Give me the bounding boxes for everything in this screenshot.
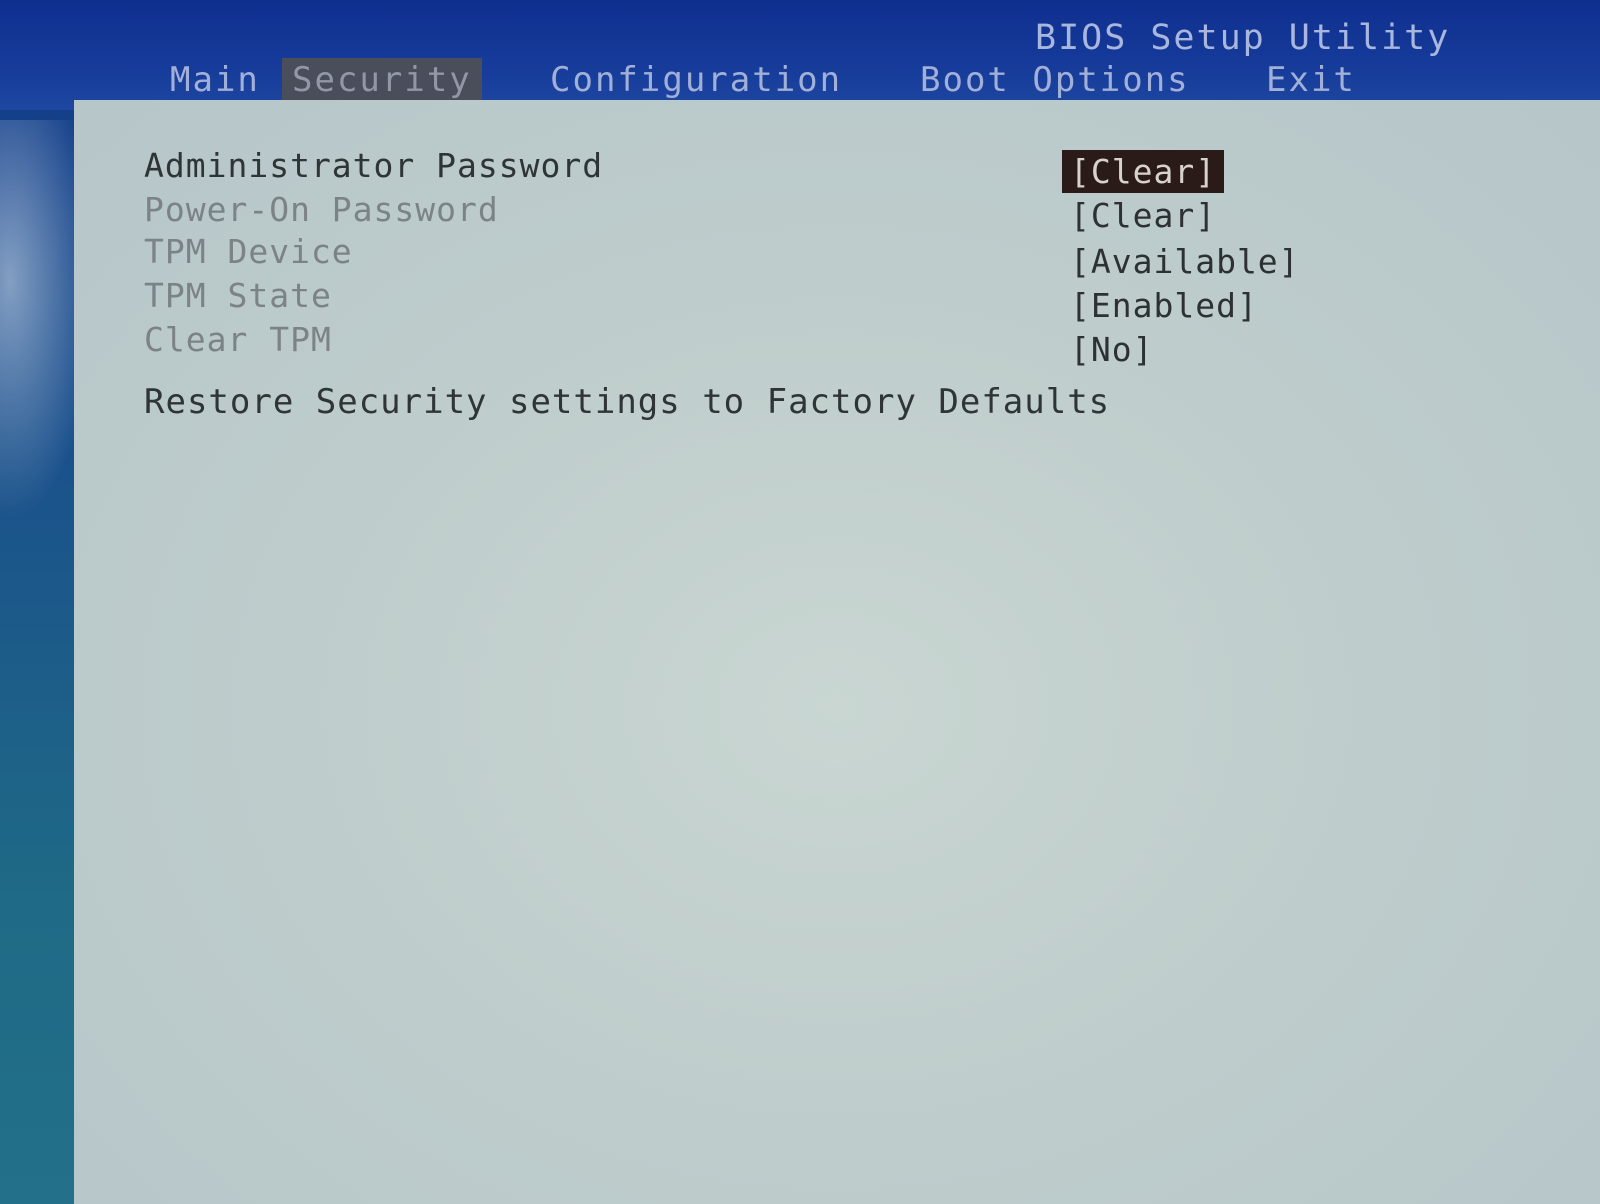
setting-value-selected[interactable]: [Clear] <box>1062 150 1225 193</box>
setting-value[interactable]: [No] <box>1062 328 1161 371</box>
setting-value[interactable]: [Clear] <box>1062 194 1224 237</box>
bios-screen: BIOS Setup Utility Main Security Configu… <box>0 0 1600 1204</box>
setting-row-clear-tpm[interactable]: Clear TPM [No] <box>144 320 1584 369</box>
restore-defaults-item[interactable]: Restore Security settings to Factory Def… <box>144 382 1110 422</box>
setting-label: Clear TPM <box>144 320 332 359</box>
setting-label: Administrator Password <box>144 146 604 185</box>
security-panel: Administrator Password [Clear] Power-On … <box>74 100 1600 1204</box>
setting-row-tpm-device[interactable]: TPM Device [Available] <box>144 232 1584 281</box>
header-bar: BIOS Setup Utility Main Security Configu… <box>0 0 1600 110</box>
tab-main[interactable]: Main <box>160 58 270 102</box>
tab-security[interactable]: Security <box>282 58 482 102</box>
setting-row-administrator-password[interactable]: Administrator Password [Clear] <box>144 146 1584 193</box>
setting-row-power-on-password[interactable]: Power-On Password [Clear] <box>144 190 1584 235</box>
setting-label: TPM State <box>144 276 332 315</box>
tab-exit[interactable]: Exit <box>1256 58 1366 102</box>
setting-label: TPM Device <box>144 232 353 271</box>
setting-label: Power-On Password <box>144 190 499 229</box>
setting-row-tpm-state[interactable]: TPM State [Enabled] <box>144 276 1584 325</box>
tab-configuration[interactable]: Configuration <box>540 58 852 102</box>
app-title: BIOS Setup Utility <box>1035 18 1451 58</box>
tab-boot-options[interactable]: Boot Options <box>910 58 1200 102</box>
